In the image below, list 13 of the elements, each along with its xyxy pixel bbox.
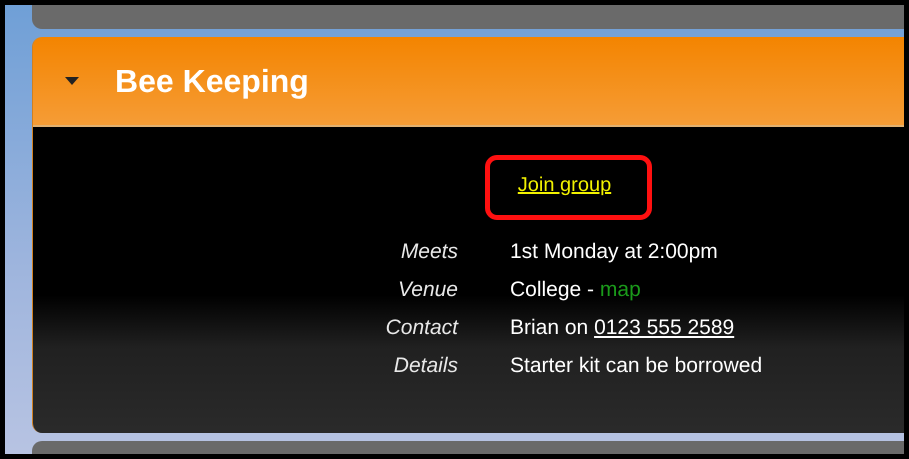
section-title: Bee Keeping — [115, 62, 309, 100]
caret-icon[interactable] — [65, 76, 79, 86]
phone-link[interactable]: 0123 555 2589 — [594, 316, 734, 339]
detail-value: 1st Monday at 2:00pm — [510, 240, 719, 264]
detail-label: Meets — [400, 240, 458, 264]
join-group-link[interactable]: Join group — [484, 155, 652, 220]
detail-label: Venue — [397, 278, 458, 302]
detail-value: College - map — [510, 278, 642, 302]
map-link[interactable]: map — [600, 278, 641, 301]
detail-value: Brian on 0123 555 2589 — [510, 316, 736, 340]
detail-label: Contact — [384, 316, 458, 340]
detail-label: Details — [392, 354, 458, 378]
detail-value: Starter kit can be borrowed — [510, 354, 762, 378]
